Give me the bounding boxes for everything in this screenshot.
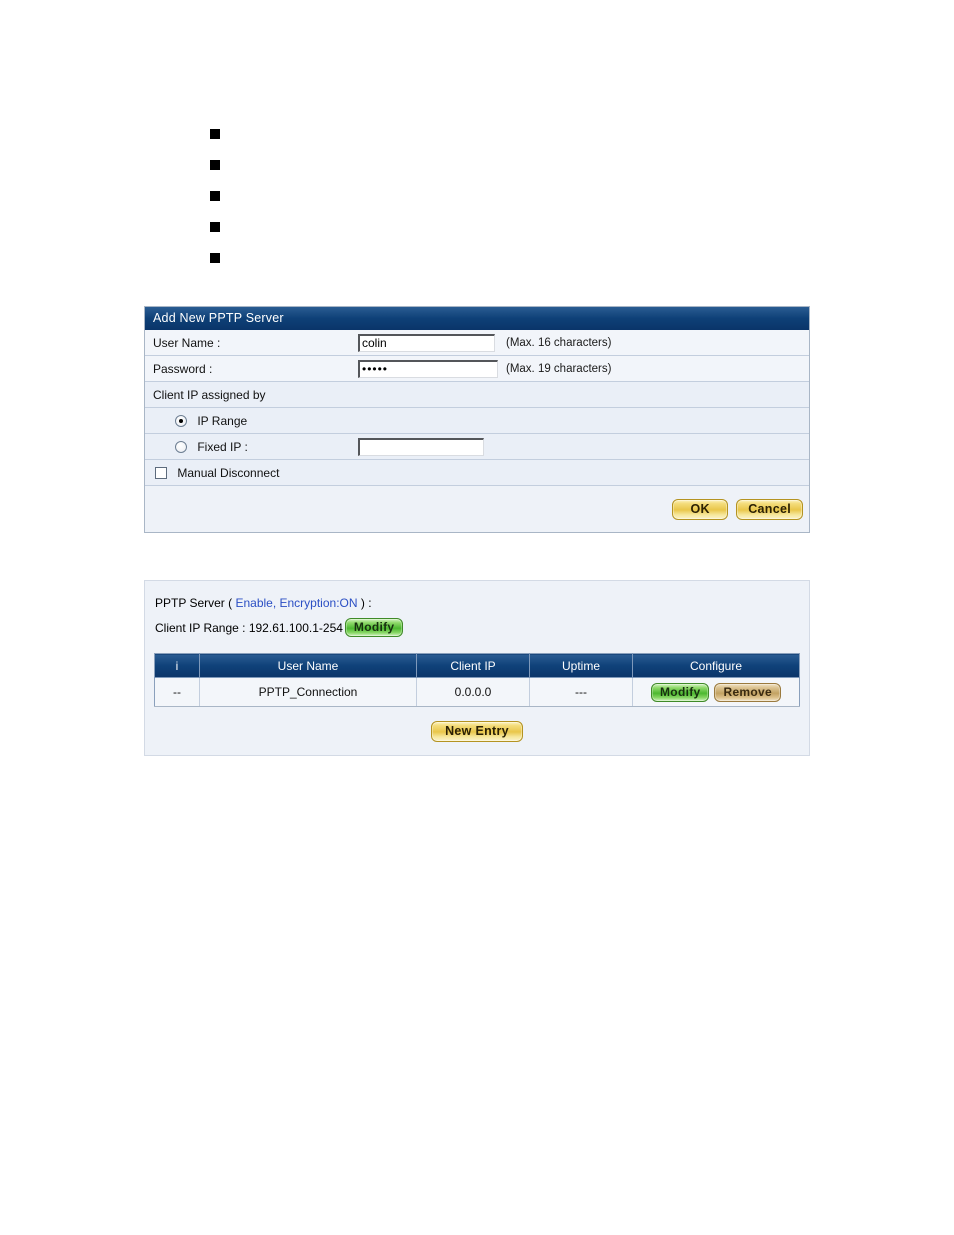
user-name-label: User Name :	[153, 335, 221, 350]
manual-disconnect-row[interactable]: Manual Disconnect	[145, 460, 809, 486]
table-header-row: i User Name Client IP Uptime Configure	[154, 653, 800, 678]
client-ip-range-line: Client IP Range : 192.61.100.1-254 Modif…	[145, 613, 809, 637]
cell-index: --	[154, 677, 200, 707]
list-item	[210, 242, 610, 273]
fixed-ip-input[interactable]	[358, 437, 484, 456]
pptp-server-status-link[interactable]: Enable, Encryption:ON	[235, 596, 357, 610]
pptp-server-list-panel: PPTP Server ( Enable, Encryption:ON ) : …	[144, 580, 810, 756]
user-name-input[interactable]	[358, 333, 495, 352]
fixed-ip-radio[interactable]	[175, 440, 187, 453]
square-bullet-icon	[210, 159, 220, 170]
password-row: Password : (Max. 19 characters)	[145, 356, 809, 382]
column-header-index: i	[154, 653, 200, 678]
password-input[interactable]	[358, 359, 498, 378]
column-header-configure: Configure	[632, 653, 800, 678]
user-name-field-cell	[358, 333, 498, 352]
manual-disconnect-label: Manual Disconnect	[177, 465, 280, 480]
table-row: -- PPTP_Connection 0.0.0.0 --- Modify Re…	[154, 677, 800, 707]
pptp-server-status-prefix: PPTP Server (	[155, 596, 236, 610]
fixed-ip-field-cell	[358, 437, 498, 456]
row-remove-button[interactable]: Remove	[714, 682, 781, 702]
client-ip-assigned-by-label: Client IP assigned by	[153, 387, 266, 402]
fixed-ip-label: Fixed IP :	[197, 439, 248, 454]
pptp-server-status-suffix: ) :	[357, 596, 372, 610]
user-name-hint: (Max. 16 characters)	[506, 336, 612, 349]
ip-range-control[interactable]: IP Range	[145, 413, 358, 428]
square-bullet-icon	[210, 128, 220, 139]
cell-user-name: PPTP_Connection	[199, 677, 417, 707]
password-hint: (Max. 19 characters)	[506, 362, 612, 375]
square-bullet-icon	[210, 190, 220, 201]
client-ip-range-label: Client IP Range : 192.61.100.1-254	[155, 620, 343, 635]
form-button-bar: OK Cancel	[145, 486, 809, 532]
ip-range-label: IP Range	[197, 413, 248, 428]
list-item	[210, 149, 610, 180]
pptp-connections-table: i User Name Client IP Uptime Configure -…	[154, 653, 800, 707]
column-header-client-ip: Client IP	[416, 653, 530, 678]
fixed-ip-control[interactable]: Fixed IP :	[145, 439, 358, 454]
panel-title: Add New PPTP Server	[145, 307, 809, 330]
ip-range-radio[interactable]	[175, 414, 187, 427]
add-new-pptp-server-panel: Add New PPTP Server User Name : (Max. 16…	[144, 306, 810, 533]
client-ip-section-row: Client IP assigned by	[145, 382, 809, 408]
cell-client-ip: 0.0.0.0	[416, 677, 530, 707]
square-bullet-icon	[210, 252, 220, 263]
cancel-button[interactable]: Cancel	[736, 498, 803, 520]
list-item	[210, 180, 610, 211]
list-item	[210, 118, 610, 149]
password-field-cell	[358, 359, 498, 378]
column-header-uptime: Uptime	[529, 653, 633, 678]
cell-configure: Modify Remove	[632, 677, 800, 707]
ok-button[interactable]: OK	[672, 498, 729, 520]
manual-disconnect-checkbox[interactable]	[155, 466, 167, 479]
row-modify-button[interactable]: Modify	[651, 682, 710, 702]
new-entry-bar: New Entry	[145, 707, 809, 755]
client-ip-range-modify-button[interactable]: Modify	[344, 618, 404, 637]
password-label: Password :	[153, 361, 213, 376]
new-entry-button[interactable]: New Entry	[431, 720, 523, 742]
list-item	[210, 211, 610, 242]
fixed-ip-row[interactable]: Fixed IP :	[145, 434, 809, 460]
pptp-server-status: PPTP Server ( Enable, Encryption:ON ) :	[145, 591, 809, 613]
cell-uptime: ---	[529, 677, 633, 707]
column-header-user-name: User Name	[199, 653, 417, 678]
ip-range-row[interactable]: IP Range	[145, 408, 809, 434]
manual-disconnect-control[interactable]: Manual Disconnect	[145, 465, 358, 480]
bullet-list	[210, 118, 610, 273]
square-bullet-icon	[210, 221, 220, 232]
user-name-row: User Name : (Max. 16 characters)	[145, 330, 809, 356]
